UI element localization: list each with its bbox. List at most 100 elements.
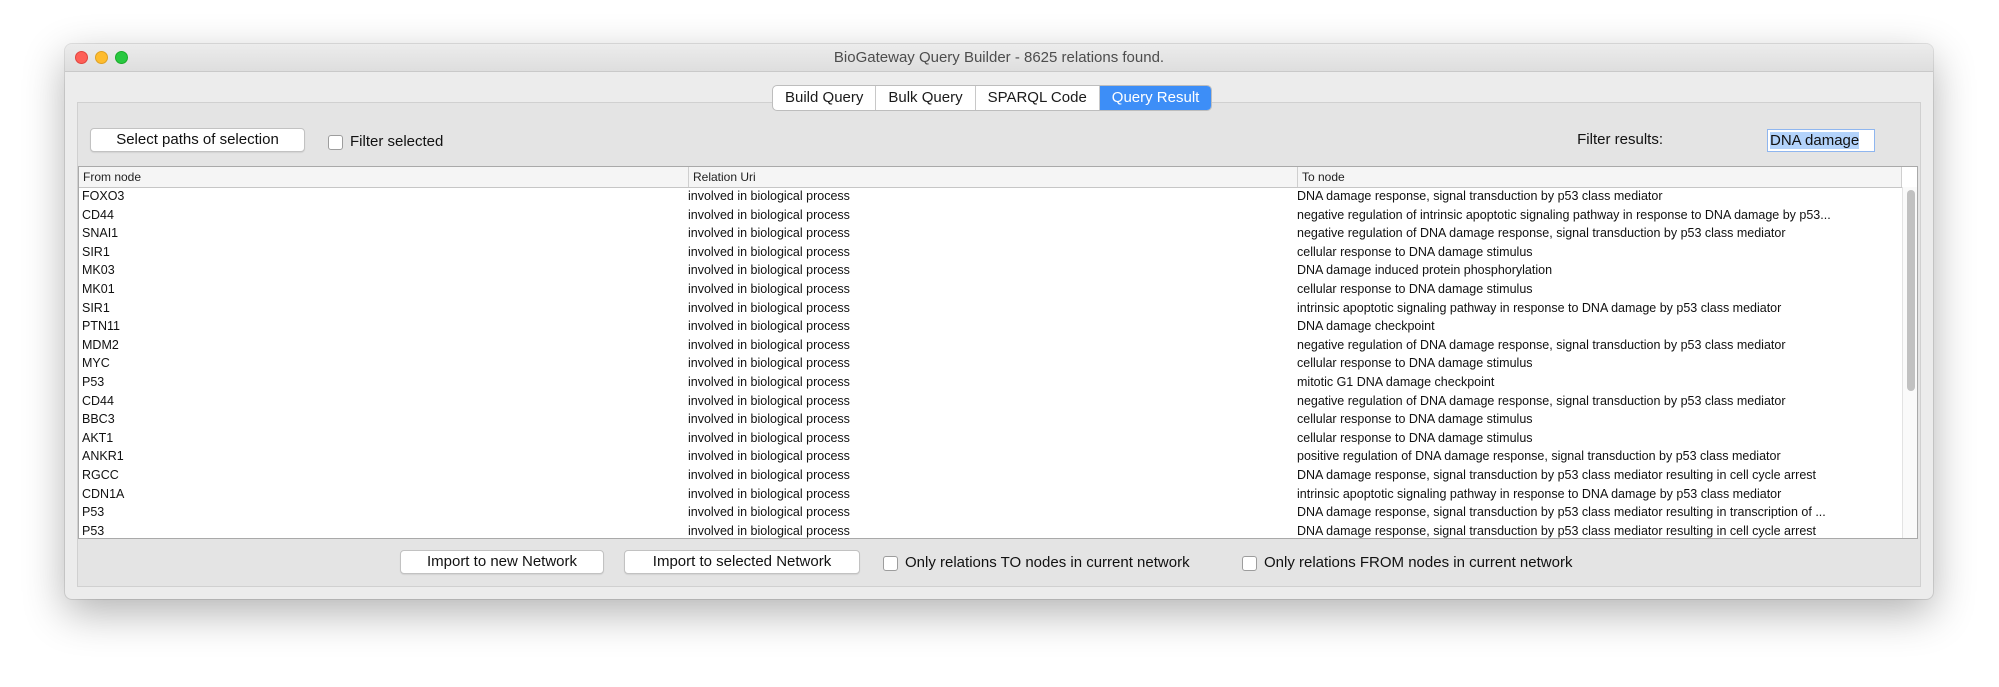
only-from-nodes-checkbox[interactable] [1242, 556, 1257, 571]
relation-uri-cell: involved in biological process [688, 189, 850, 203]
relation-uri-cell: involved in biological process [688, 207, 850, 222]
column-header-from-node[interactable]: From node [79, 167, 689, 187]
tab-bar: Build Query Bulk Query SPARQL Code Query… [772, 85, 1213, 111]
filter-selected-checkbox[interactable] [328, 135, 343, 150]
from-node-cell: PTN11 [82, 319, 120, 334]
to-node-cell: intrinsic apoptotic signaling pathway in… [1297, 486, 1782, 501]
table-row[interactable]: BBC3 involved in biological process cellul… [79, 410, 1902, 429]
table-row[interactable]: CDN1A involved in biological process intri… [79, 485, 1902, 504]
select-paths-button[interactable]: Select paths of selection [90, 128, 305, 152]
to-node-cell: cellular response to DNA damage stimulus [1297, 412, 1533, 427]
from-node-cell: BBC3 [82, 412, 115, 427]
to-node-cell: positive regulation of DNA damage respon… [1297, 449, 1781, 464]
column-header-to-node[interactable]: To node [1298, 167, 1902, 187]
from-node-cell: ANKR1 [82, 449, 124, 464]
table-row[interactable]: CD44 involved in biological process negati… [79, 392, 1902, 411]
table-row[interactable]: SNAI1 involved in biological process negat… [79, 224, 1902, 243]
relation-uri-cell: involved in biological process [688, 523, 850, 538]
vertical-scrollbar[interactable] [1902, 187, 1917, 538]
from-node-cell: P53 [82, 523, 105, 538]
to-node-cell: DNA damage response, signal transduction… [1297, 523, 1817, 538]
from-node-cell: SIR1 [82, 244, 110, 259]
scrollbar-thumb[interactable] [1907, 190, 1915, 391]
to-node-cell: intrinsic apoptotic signaling pathway in… [1297, 300, 1782, 315]
table-row[interactable]: P53 involved in biological process mitotic… [79, 373, 1902, 392]
results-table: From node Relation Uri To node FOXO3 invo… [78, 166, 1918, 539]
from-node-cell: CD44 [82, 393, 114, 408]
to-node-cell: negative regulation of DNA damage respon… [1297, 337, 1786, 352]
relation-uri-cell: involved in biological process [688, 337, 850, 352]
only-from-nodes-label: Only relations FROM nodes in current net… [1264, 554, 1573, 571]
to-node-cell: negative regulation of intrinsic apoptot… [1297, 207, 1831, 222]
to-node-cell: DNA damage checkpoint [1297, 319, 1435, 334]
relation-uri-cell: involved in biological process [688, 412, 850, 427]
tab-bulk-query[interactable]: Bulk Query [876, 86, 976, 110]
tab-build-query[interactable]: Build Query [773, 86, 877, 110]
tab-sparql-code[interactable]: SPARQL Code [976, 86, 1100, 110]
table-row[interactable]: ANKR1 involved in biological process posit… [79, 447, 1902, 466]
from-node-cell: P53 [82, 375, 105, 389]
from-node-cell: CD44 [82, 207, 114, 222]
relation-uri-cell: involved in biological process [688, 393, 850, 408]
to-node-cell: DNA damage induced protein phosphorylati… [1297, 263, 1553, 278]
table-row[interactable]: P53 involved in biological process DNA dam… [79, 522, 1902, 538]
relation-uri-cell: involved in biological process [688, 282, 850, 296]
relation-uri-cell: involved in biological process [688, 430, 850, 445]
to-node-cell: DNA damage response, signal transduction… [1297, 468, 1817, 482]
relation-uri-cell: involved in biological process [688, 375, 850, 389]
from-node-cell: RGCC [82, 468, 119, 482]
filter-results-label: Filter results: [1577, 131, 1663, 148]
relation-uri-cell: involved in biological process [688, 468, 850, 482]
table-row[interactable]: SIR1 involved in biological process intrin… [79, 299, 1902, 318]
filter-selected-label: Filter selected [350, 133, 444, 150]
table-row[interactable]: MK03 involved in biological process DNA da… [79, 261, 1902, 280]
table-row[interactable]: CD44 involved in biological process negati… [79, 206, 1902, 225]
from-node-cell: MK01 [82, 282, 115, 296]
from-node-cell: MK03 [82, 263, 115, 278]
from-node-cell: AKT1 [82, 430, 114, 445]
column-header-relation-uri[interactable]: Relation Uri [689, 167, 1298, 187]
title-bar[interactable]: BioGateway Query Builder - 8625 relation… [65, 44, 1933, 72]
relation-uri-cell: involved in biological process [688, 319, 850, 334]
to-node-cell: mitotic G1 DNA damage checkpoint [1297, 375, 1495, 389]
to-node-cell: cellular response to DNA damage stimulus [1297, 430, 1533, 445]
to-node-cell: DNA damage response, signal transduction… [1297, 505, 1826, 520]
table-row[interactable]: PTN11 involved in biological process DNA d… [79, 317, 1902, 336]
relation-uri-cell: involved in biological process [688, 244, 850, 259]
table-row[interactable]: P53 involved in biological process DNA dam… [79, 503, 1902, 522]
table-row[interactable]: FOXO3 involved in biological process DNA d… [79, 187, 1902, 206]
from-node-cell: MYC [82, 356, 110, 371]
from-node-cell: CDN1A [82, 486, 125, 501]
window-title: BioGateway Query Builder - 8625 relation… [833, 49, 1165, 66]
from-node-cell: SNAI1 [82, 226, 119, 241]
table-row[interactable]: RGCC involved in biological process DNA da… [79, 466, 1902, 485]
to-node-cell: DNA damage response, signal transduction… [1297, 189, 1663, 203]
tab-query-result[interactable]: Query Result [1099, 86, 1212, 110]
to-node-cell: cellular response to DNA damage stimulus [1297, 244, 1533, 259]
table-row[interactable]: AKT1 involved in biological process cellul… [79, 429, 1902, 448]
from-node-cell: SIR1 [82, 300, 110, 315]
only-to-nodes-checkbox[interactable] [883, 556, 898, 571]
import-to-new-network-button[interactable]: Import to new Network [400, 550, 604, 574]
to-node-cell: cellular response to DNA damage stimulus [1297, 282, 1533, 296]
filter-results-value: DNA damage [1770, 132, 1860, 149]
to-node-cell: negative regulation of DNA damage respon… [1297, 226, 1786, 241]
relation-uri-cell: involved in biological process [688, 263, 850, 278]
table-row[interactable]: MYC involved in biological process cellula… [79, 354, 1902, 373]
table-header: From node Relation Uri To node [79, 167, 1902, 188]
from-node-cell: MDM2 [82, 337, 119, 352]
relation-uri-cell: involved in biological process [688, 300, 850, 315]
only-to-nodes-label: Only relations TO nodes in current netwo… [905, 554, 1190, 571]
relation-uri-cell: involved in biological process [688, 486, 850, 501]
table-row[interactable]: MK01 involved in biological process cellul… [79, 280, 1902, 299]
relation-uri-cell: involved in biological process [688, 356, 850, 371]
from-node-cell: P53 [82, 505, 105, 520]
table-row[interactable]: MDM2 involved in biological process negati… [79, 336, 1902, 355]
to-node-cell: negative regulation of DNA damage respon… [1297, 393, 1786, 408]
table-row[interactable]: SIR1 involved in biological process cellul… [79, 243, 1902, 262]
filter-results-input[interactable]: DNA damage [1767, 129, 1875, 152]
import-to-selected-network-button[interactable]: Import to selected Network [624, 550, 860, 574]
relation-uri-cell: involved in biological process [688, 226, 850, 241]
to-node-cell: cellular response to DNA damage stimulus [1297, 356, 1533, 371]
from-node-cell: FOXO3 [82, 189, 125, 203]
